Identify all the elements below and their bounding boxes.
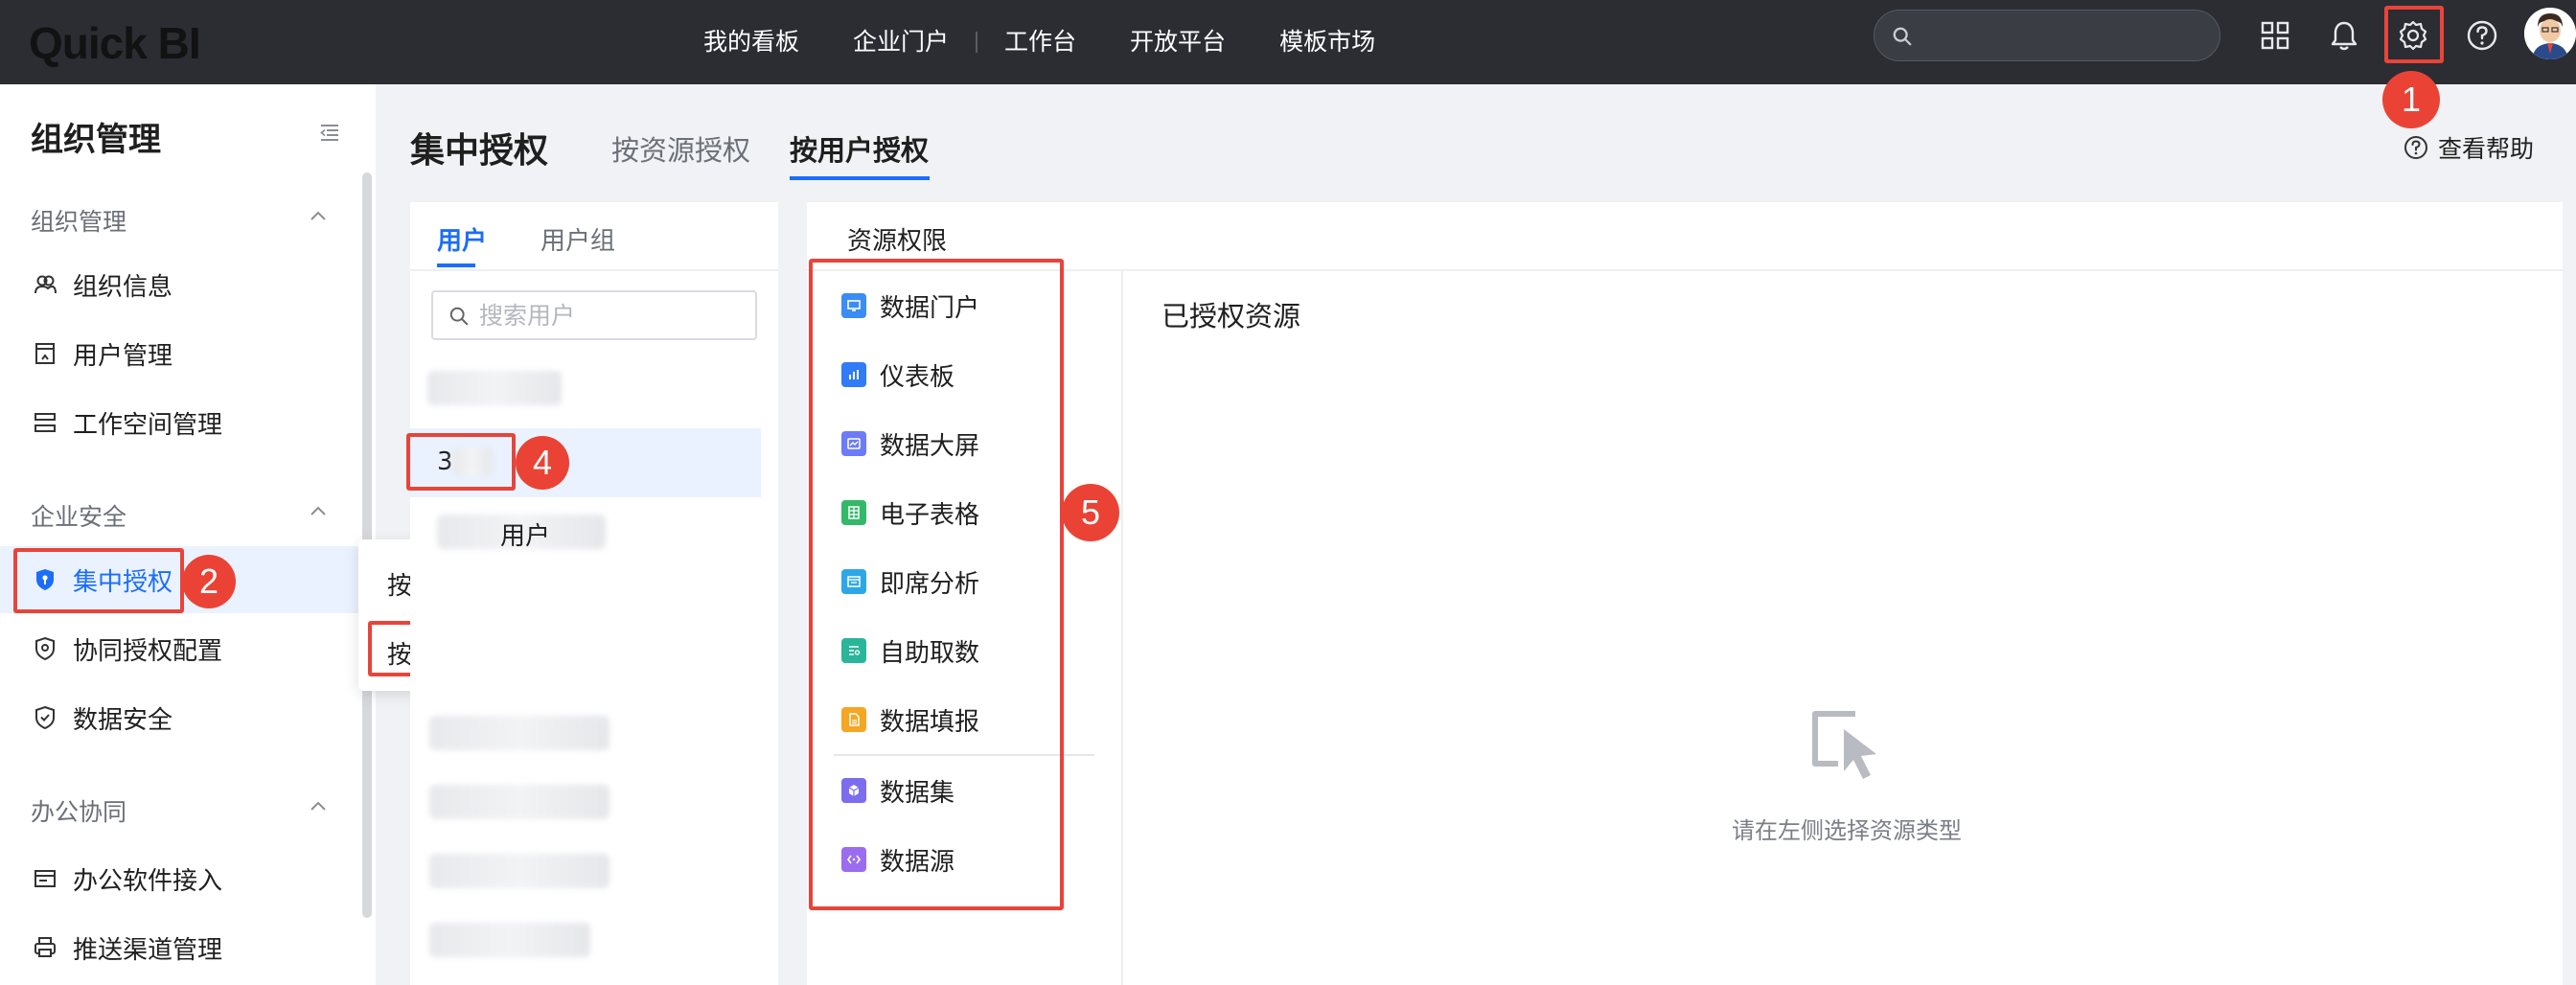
page-title: 集中授权 <box>410 131 549 171</box>
user-card-icon <box>35 343 55 364</box>
user-search-input[interactable] <box>431 290 757 340</box>
list-item[interactable] <box>429 785 610 819</box>
annotation-box-gear <box>2384 6 2444 63</box>
annotation-box-central-auth <box>13 548 184 613</box>
select-cursor-icon <box>1812 711 1876 779</box>
window-icon <box>34 870 56 887</box>
user-search-field[interactable] <box>479 300 748 331</box>
topnav-enterprise-portal[interactable]: 企业门户 <box>826 0 976 84</box>
shield-gear-icon <box>35 636 55 661</box>
help-icon[interactable] <box>2463 16 2501 55</box>
sidebar-item-workspace-management[interactable]: 工作空间管理 <box>0 389 358 456</box>
sidebar-group-security[interactable]: 企业安全 <box>31 498 126 533</box>
sidebar-group-office[interactable]: 办公协同 <box>31 793 126 828</box>
shield-check-icon <box>35 705 55 730</box>
topnav-template-market[interactable]: 模板市场 <box>1253 0 1402 84</box>
sidebar-item-label: 办公软件接入 <box>73 866 223 896</box>
annotation-badge-4: 4 <box>516 436 569 490</box>
chevron-up-icon[interactable] <box>309 209 328 222</box>
annotation-box-resource-types <box>809 259 1064 910</box>
tab-by-resource[interactable]: 按资源授权 <box>611 128 750 169</box>
help-label: 查看帮助 <box>2438 135 2535 163</box>
layers-icon <box>34 413 56 432</box>
sidebar-item-org-info[interactable]: 组织信息 <box>0 251 358 318</box>
collapse-sidebar-icon[interactable] <box>318 121 341 144</box>
sidebar-item-push-channel[interactable]: 推送渠道管理 <box>0 914 358 981</box>
users-tab-indicator <box>437 263 475 267</box>
sidebar-item-label: 组织信息 <box>73 272 173 302</box>
list-item[interactable] <box>429 854 610 888</box>
sidebar-title: 组织管理 <box>31 121 161 159</box>
avatar[interactable] <box>2524 8 2576 59</box>
sidebar-item-label: 数据安全 <box>73 705 173 735</box>
sidebar: 组织管理 组织管理 组织信息 用户管理 工作空间管理 企业安全 集中授权 协同授… <box>0 84 376 985</box>
sidebar-group-org[interactable]: 组织管理 <box>31 203 126 238</box>
global-search-input[interactable] <box>1874 10 2220 61</box>
divider <box>410 269 778 271</box>
list-item[interactable] <box>429 923 590 957</box>
users-icon <box>34 275 57 294</box>
sidebar-item-label: 用户管理 <box>73 341 173 371</box>
sidebar-item-user-management[interactable]: 用户管理 <box>0 320 358 387</box>
tab-user-groups[interactable]: 用户组 <box>540 221 615 257</box>
sidebar-item-office-software[interactable]: 办公软件接入 <box>0 845 358 912</box>
annotation-box-selected-user <box>406 433 516 491</box>
tab-users[interactable]: 用户 <box>437 221 487 257</box>
list-item[interactable] <box>429 716 610 750</box>
bell-icon[interactable] <box>2325 16 2363 55</box>
active-tab-indicator <box>790 176 930 180</box>
apps-grid-icon[interactable] <box>2256 16 2294 55</box>
divider <box>807 269 2563 271</box>
annotation-badge-2: 2 <box>182 555 236 608</box>
list-item[interactable] <box>427 371 562 405</box>
tab-by-user[interactable]: 按用户授权 <box>790 128 929 169</box>
resource-panel: 资源权限 数据门户 仪表板 数据大屏 电子表格 即席分析 自助取数 数据填报 数… <box>807 202 2563 985</box>
printer-icon <box>34 937 56 957</box>
search-icon <box>1893 27 1912 46</box>
sidebar-item-collab-auth-config[interactable]: 协同授权配置 <box>0 615 358 682</box>
search-icon <box>449 307 469 326</box>
annotation-badge-1: 1 <box>2382 71 2440 128</box>
top-nav: 我的看板 企业门户 工作台 开放平台 模板市场 <box>677 0 1402 84</box>
help-link[interactable]: 查看帮助 <box>2404 130 2534 165</box>
topnav-open-platform[interactable]: 开放平台 <box>1103 0 1253 84</box>
app-logo[interactable]: Quick BI <box>29 17 201 69</box>
sidebar-item-data-security[interactable]: 数据安全 <box>0 684 358 751</box>
sidebar-item-label: 推送渠道管理 <box>73 935 223 965</box>
sidebar-item-label: 工作空间管理 <box>73 410 223 440</box>
user-panel: 用户 用户组 3 用户 <box>410 202 778 985</box>
chevron-up-icon[interactable] <box>309 504 328 517</box>
empty-state-text: 请在左侧选择资源类型 <box>1732 817 1962 844</box>
authorized-resources-title: 已授权资源 <box>1162 300 1301 332</box>
topnav-workbench[interactable]: 工作台 <box>978 0 1103 84</box>
sidebar-item-label: 协同授权配置 <box>73 636 223 666</box>
divider <box>1121 271 1123 985</box>
top-bar: Quick BI 我的看板 企业门户 工作台 开放平台 模板市场 <box>0 0 2576 84</box>
chevron-up-icon[interactable] <box>309 799 328 813</box>
topnav-my-dashboard[interactable]: 我的看板 <box>677 0 826 84</box>
user-list-label: 用户 <box>500 522 551 551</box>
question-circle-icon <box>2404 136 2427 159</box>
annotation-badge-5: 5 <box>1062 484 1119 541</box>
resource-permission-title: 资源权限 <box>847 227 948 256</box>
